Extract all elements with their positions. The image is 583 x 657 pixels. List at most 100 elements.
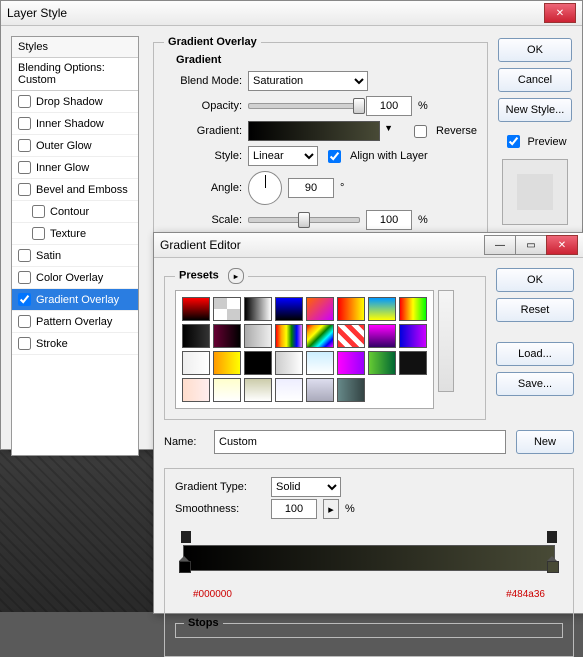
preset-swatch[interactable]: [368, 351, 396, 375]
preset-swatch[interactable]: [399, 297, 427, 321]
preset-swatch[interactable]: [306, 378, 334, 402]
ge-new-button[interactable]: New: [516, 430, 574, 454]
gradient-editor-close-button[interactable]: ✕: [546, 235, 578, 255]
style-item-bevel-and-emboss[interactable]: Bevel and Emboss: [12, 179, 138, 201]
gradient-editor-title: Gradient Editor: [160, 238, 241, 252]
align-with-layer-checkbox[interactable]: [328, 150, 341, 163]
new-style-button[interactable]: New Style...: [498, 98, 572, 122]
angle-input[interactable]: [288, 178, 334, 198]
gradient-editor-dialog: Gradient Editor — ▭ ✕ Presets ▸: [153, 232, 583, 614]
scale-slider[interactable]: [248, 217, 360, 223]
ge-load-button[interactable]: Load...: [496, 342, 574, 366]
preset-swatch[interactable]: [275, 297, 303, 321]
gradient-preview[interactable]: [248, 121, 380, 141]
gradient-editor-titlebar[interactable]: Gradient Editor — ▭ ✕: [154, 233, 583, 258]
style-checkbox[interactable]: [18, 315, 31, 328]
preset-swatch[interactable]: [182, 324, 210, 348]
scale-input[interactable]: [366, 210, 412, 230]
preset-swatch[interactable]: [306, 297, 334, 321]
preset-swatch[interactable]: [275, 324, 303, 348]
opacity-stop-right[interactable]: [547, 531, 557, 543]
style-checkbox[interactable]: [18, 293, 31, 306]
style-checkbox[interactable]: [18, 249, 31, 262]
preset-swatch[interactable]: [182, 297, 210, 321]
style-item-label: Inner Shadow: [36, 118, 104, 130]
style-checkbox[interactable]: [18, 271, 31, 284]
presets-scrollbar[interactable]: [438, 290, 454, 392]
style-checkbox[interactable]: [18, 161, 31, 174]
smoothness-input[interactable]: [271, 499, 317, 519]
smoothness-flyout[interactable]: ▸: [323, 499, 339, 519]
style-checkbox[interactable]: [18, 337, 31, 350]
style-item-drop-shadow[interactable]: Drop Shadow: [12, 91, 138, 113]
style-checkbox[interactable]: [18, 139, 31, 152]
style-checkbox[interactable]: [18, 95, 31, 108]
gradient-editor-minimize-button[interactable]: —: [484, 235, 516, 255]
style-item-inner-glow[interactable]: Inner Glow: [12, 157, 138, 179]
opacity-input[interactable]: [366, 96, 412, 116]
gradient-type-select[interactable]: Solid: [271, 477, 341, 497]
presets-menu-button[interactable]: ▸: [228, 268, 244, 284]
preset-swatch[interactable]: [399, 324, 427, 348]
color-stop-right[interactable]: [547, 571, 559, 585]
gradient-bar[interactable]: #000000 #484a36: [175, 531, 563, 591]
style-select[interactable]: Linear: [248, 146, 318, 166]
style-checkbox[interactable]: [18, 117, 31, 130]
style-item-label: Gradient Overlay: [36, 294, 119, 306]
preset-swatch[interactable]: [244, 324, 272, 348]
style-item-stroke[interactable]: Stroke: [12, 333, 138, 355]
style-item-contour[interactable]: Contour: [12, 201, 138, 223]
blend-mode-select[interactable]: Saturation: [248, 71, 368, 91]
gradient-name-input[interactable]: [214, 430, 506, 454]
style-item-outer-glow[interactable]: Outer Glow: [12, 135, 138, 157]
style-checkbox[interactable]: [32, 227, 45, 240]
style-item-label: Drop Shadow: [36, 96, 103, 108]
preset-swatch[interactable]: [337, 351, 365, 375]
ge-ok-button[interactable]: OK: [496, 268, 574, 292]
styles-header[interactable]: Styles: [12, 37, 138, 58]
preset-swatch[interactable]: [337, 378, 365, 402]
preset-swatch[interactable]: [275, 378, 303, 402]
style-item-gradient-overlay[interactable]: Gradient Overlay: [12, 289, 138, 311]
style-checkbox[interactable]: [18, 183, 31, 196]
preset-swatch[interactable]: [275, 351, 303, 375]
blending-options[interactable]: Blending Options: Custom: [12, 58, 138, 91]
gradient-editor-maximize-button[interactable]: ▭: [515, 235, 547, 255]
preset-swatch[interactable]: [337, 324, 365, 348]
preset-swatch[interactable]: [306, 351, 334, 375]
opacity-thumb[interactable]: [353, 98, 365, 114]
ge-save-button[interactable]: Save...: [496, 372, 574, 396]
opacity-stop-left[interactable]: [181, 531, 191, 543]
preset-swatch[interactable]: [213, 351, 241, 375]
cancel-button[interactable]: Cancel: [498, 68, 572, 92]
preset-swatch[interactable]: [213, 297, 241, 321]
preview-checkbox[interactable]: [507, 135, 520, 148]
preset-swatch[interactable]: [368, 324, 396, 348]
style-checkbox[interactable]: [32, 205, 45, 218]
preset-swatch[interactable]: [213, 378, 241, 402]
preset-swatch[interactable]: [306, 324, 334, 348]
style-item-color-overlay[interactable]: Color Overlay: [12, 267, 138, 289]
preset-swatch[interactable]: [244, 297, 272, 321]
preset-swatch[interactable]: [399, 351, 427, 375]
style-item-pattern-overlay[interactable]: Pattern Overlay: [12, 311, 138, 333]
scale-thumb[interactable]: [298, 212, 310, 228]
preset-swatch[interactable]: [244, 378, 272, 402]
preset-swatch[interactable]: [182, 351, 210, 375]
layer-style-close-button[interactable]: ✕: [544, 3, 576, 23]
preset-swatch[interactable]: [213, 324, 241, 348]
layer-style-titlebar[interactable]: Layer Style ✕: [1, 1, 582, 26]
style-item-satin[interactable]: Satin: [12, 245, 138, 267]
preset-swatch[interactable]: [182, 378, 210, 402]
preset-swatch[interactable]: [368, 297, 396, 321]
opacity-slider[interactable]: [248, 103, 360, 109]
ge-reset-button[interactable]: Reset: [496, 298, 574, 322]
preset-swatch[interactable]: [244, 351, 272, 375]
style-item-texture[interactable]: Texture: [12, 223, 138, 245]
color-stop-left[interactable]: [179, 571, 191, 585]
angle-dial[interactable]: [248, 171, 282, 205]
style-item-inner-shadow[interactable]: Inner Shadow: [12, 113, 138, 135]
ok-button[interactable]: OK: [498, 38, 572, 62]
preset-swatch[interactable]: [337, 297, 365, 321]
reverse-checkbox[interactable]: [414, 125, 427, 138]
